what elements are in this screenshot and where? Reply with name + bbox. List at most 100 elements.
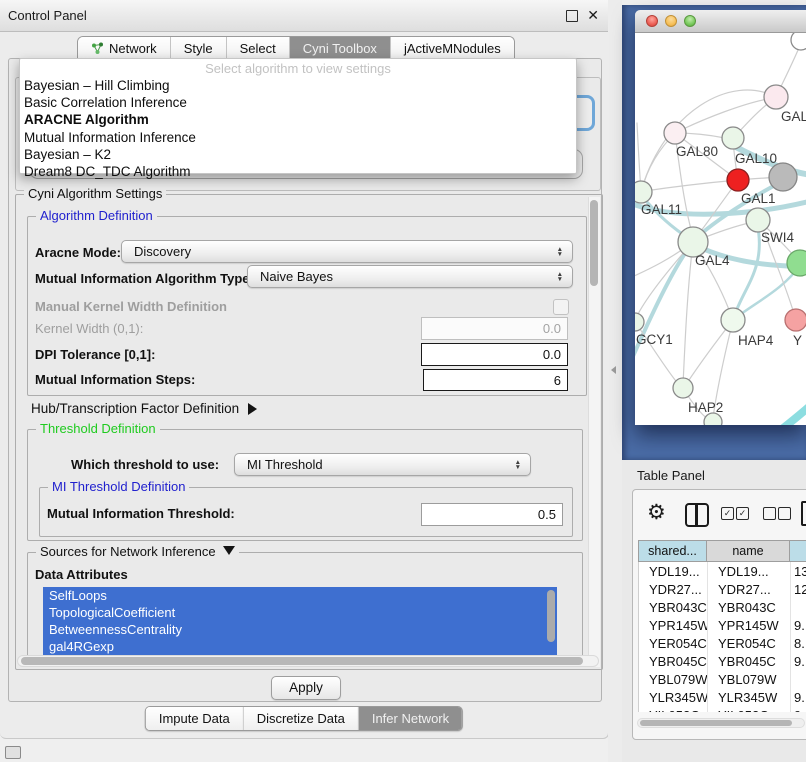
algorithm-option-mutual-information-inference[interactable]: Mutual Information Inference	[20, 129, 576, 146]
network-canvas[interactable]: GALGAL80GAL10GAL1GAL11SWI4GAL4GCY1HAP4YH…	[635, 33, 806, 425]
column-header-name[interactable]: name	[707, 540, 790, 562]
checked-checkbox-icon[interactable]: ✓	[736, 507, 749, 520]
table-cell: 13	[791, 562, 806, 580]
mi-type-label: Mutual Information Algorithm Type:	[35, 271, 254, 286]
network-node-label: GAL10	[735, 151, 777, 166]
close-window-icon[interactable]	[646, 15, 658, 27]
tab-select[interactable]: Select	[227, 37, 290, 60]
network-node[interactable]	[769, 163, 797, 191]
table-cell: YBR045C	[639, 652, 708, 670]
network-node-gal11[interactable]	[635, 181, 652, 203]
network-node[interactable]	[787, 250, 806, 276]
table-row[interactable]: YBR045CYBR045C9.	[639, 652, 806, 670]
network-icon	[91, 42, 104, 55]
network-node-gal1[interactable]	[727, 169, 749, 191]
mi-steps-field[interactable]: 6	[423, 369, 568, 391]
table-row[interactable]: YPR145WYPR145W9.	[639, 616, 806, 634]
column-header-extra[interactable]	[790, 540, 806, 562]
manual-kernel-checkbox[interactable]	[553, 299, 569, 315]
tab-cyni-toolbox[interactable]: Cyni Toolbox	[290, 37, 391, 60]
table-cell: 9.	[791, 616, 806, 634]
table-horizontal-scrollbar[interactable]	[637, 718, 805, 728]
attribute-item-selfloops[interactable]: SelfLoops	[43, 587, 557, 604]
attribute-item-topologicalcoefficient[interactable]: TopologicalCoefficient	[43, 604, 557, 621]
table-cell: 9.	[791, 706, 806, 712]
algorithm-option-bayesian-hill-climbing[interactable]: Bayesian – Hill Climbing	[20, 77, 576, 94]
panel-splitter[interactable]	[608, 0, 622, 762]
unchecked-checkbox-icon[interactable]	[763, 507, 776, 520]
network-node-y[interactable]	[785, 309, 806, 331]
network-node-swi4[interactable]	[746, 208, 770, 232]
attribute-item-gal4rgexp[interactable]: gal4RGexp	[43, 638, 557, 655]
algorithm-option-dream8-dc-tdc-algorithm[interactable]: Dream8 DC_TDC Algorithm	[20, 163, 576, 180]
close-panel-icon[interactable]: ✕	[587, 7, 599, 23]
table-card: ⚙ ✓ ✓ shared...name YDL19...YDL19...13YD…	[632, 489, 806, 740]
mi-type-combobox[interactable]: Naive Bayes ▲▼	[247, 265, 573, 288]
algorithm-option-aracne-algorithm[interactable]: ARACNE Algorithm	[20, 111, 576, 128]
minimized-panel-icon[interactable]	[5, 746, 21, 759]
bottom-tabstrip: Impute DataDiscretize DataInfer Network	[145, 706, 463, 731]
sources-title[interactable]: Sources for Network Inference	[36, 544, 239, 559]
tab-impute-data[interactable]: Impute Data	[146, 707, 244, 730]
table-row[interactable]: YBR043CYBR043C	[639, 598, 806, 616]
tab-style[interactable]: Style	[171, 37, 227, 60]
network-node-hap2[interactable]	[673, 378, 693, 398]
network-node-hap4[interactable]	[721, 308, 745, 332]
tab-network[interactable]: Network	[78, 37, 171, 60]
attribute-item-betweennesscentrality[interactable]: BetweennessCentrality	[43, 621, 557, 638]
cyni-toolbox-panel: gal-filtered sif default node Select alg…	[8, 58, 602, 702]
attributes-scrollbar-thumb[interactable]	[547, 590, 555, 642]
which-threshold-combobox[interactable]: MI Threshold ▲▼	[234, 453, 531, 476]
table-row[interactable]: YLR345WYLR345W9.	[639, 688, 806, 706]
columns-icon[interactable]	[685, 503, 709, 527]
mi-threshold-field[interactable]: 0.5	[421, 503, 563, 526]
algorithm-option-bayesian-k2[interactable]: Bayesian – K2	[20, 146, 576, 163]
tab-jactivemnodules[interactable]: jActiveMNodules	[391, 37, 514, 60]
minimize-window-icon[interactable]	[665, 15, 677, 27]
splitter-collapse-icon[interactable]	[611, 366, 616, 374]
algorithm-option-basic-correlation-inference[interactable]: Basic Correlation Inference	[20, 94, 576, 111]
unchecked-checkbox-icon[interactable]	[778, 507, 791, 520]
table-cell: YDL19...	[639, 562, 708, 580]
network-node-gal80[interactable]	[664, 122, 686, 144]
hub-definition-expander[interactable]: Hub/Transcription Factor Definition	[31, 401, 257, 416]
gear-icon[interactable]: ⚙	[647, 500, 666, 525]
table-cell: YIL052C	[639, 706, 708, 712]
network-node-gcy1[interactable]	[635, 313, 644, 331]
network-node-gal10[interactable]	[722, 127, 744, 149]
apply-button[interactable]: Apply	[271, 676, 341, 700]
settings-vertical-scrollbar[interactable]	[588, 197, 600, 667]
column-header-shared[interactable]: shared...	[638, 540, 707, 562]
table-row[interactable]: YBL079WYBL079W	[639, 670, 806, 688]
network-node[interactable]	[704, 413, 722, 425]
network-window-titlebar[interactable]	[635, 10, 806, 33]
aracne-mode-combobox[interactable]: Discovery ▲▼	[121, 240, 573, 263]
table-horizontal-scrollbar-thumb[interactable]	[640, 720, 792, 726]
settings-horizontal-scrollbar[interactable]	[17, 655, 599, 667]
kernel-width-field[interactable]: 0.0	[421, 317, 568, 340]
table-row[interactable]: YDR27...YDR27...12	[639, 580, 806, 598]
network-window[interactable]: GALGAL80GAL10GAL1GAL11SWI4GAL4GCY1HAP4YH…	[635, 10, 806, 425]
table-cell: YDL19...	[708, 562, 791, 580]
collapse-down-icon	[223, 546, 235, 555]
network-node-label: Y	[793, 333, 802, 348]
manual-kernel-label: Manual Kernel Width Definition	[35, 299, 227, 314]
zoom-window-icon[interactable]	[684, 15, 696, 27]
network-node[interactable]	[791, 33, 806, 50]
checked-checkbox-icon[interactable]: ✓	[721, 507, 734, 520]
table-panel: Table Panel ⚙ ✓ ✓ shared...name YDL19...…	[622, 460, 806, 762]
dpi-tolerance-field[interactable]: 0.0	[421, 343, 568, 366]
table-row[interactable]: YER054CYER054C8.	[639, 634, 806, 652]
float-panel-icon[interactable]	[566, 10, 578, 22]
table-row[interactable]: YIL052CYIL052C9.	[639, 706, 806, 712]
data-attributes-list[interactable]: SelfLoopsTopologicalCoefficientBetweenne…	[43, 587, 557, 657]
threshold-definition-title: Threshold Definition	[36, 421, 160, 436]
tab-discretize-data[interactable]: Discretize Data	[244, 707, 359, 730]
document-icon[interactable]	[801, 501, 806, 526]
tab-infer-network[interactable]: Infer Network	[359, 707, 462, 730]
aracne-mode-label: Aracne Mode:	[35, 245, 121, 260]
table-row[interactable]: YDL19...YDL19...13	[639, 562, 806, 580]
settings-horizontal-scrollbar-thumb[interactable]	[21, 657, 583, 665]
settings-vertical-scrollbar-thumb[interactable]	[590, 200, 598, 286]
network-node-gal[interactable]	[764, 85, 788, 109]
